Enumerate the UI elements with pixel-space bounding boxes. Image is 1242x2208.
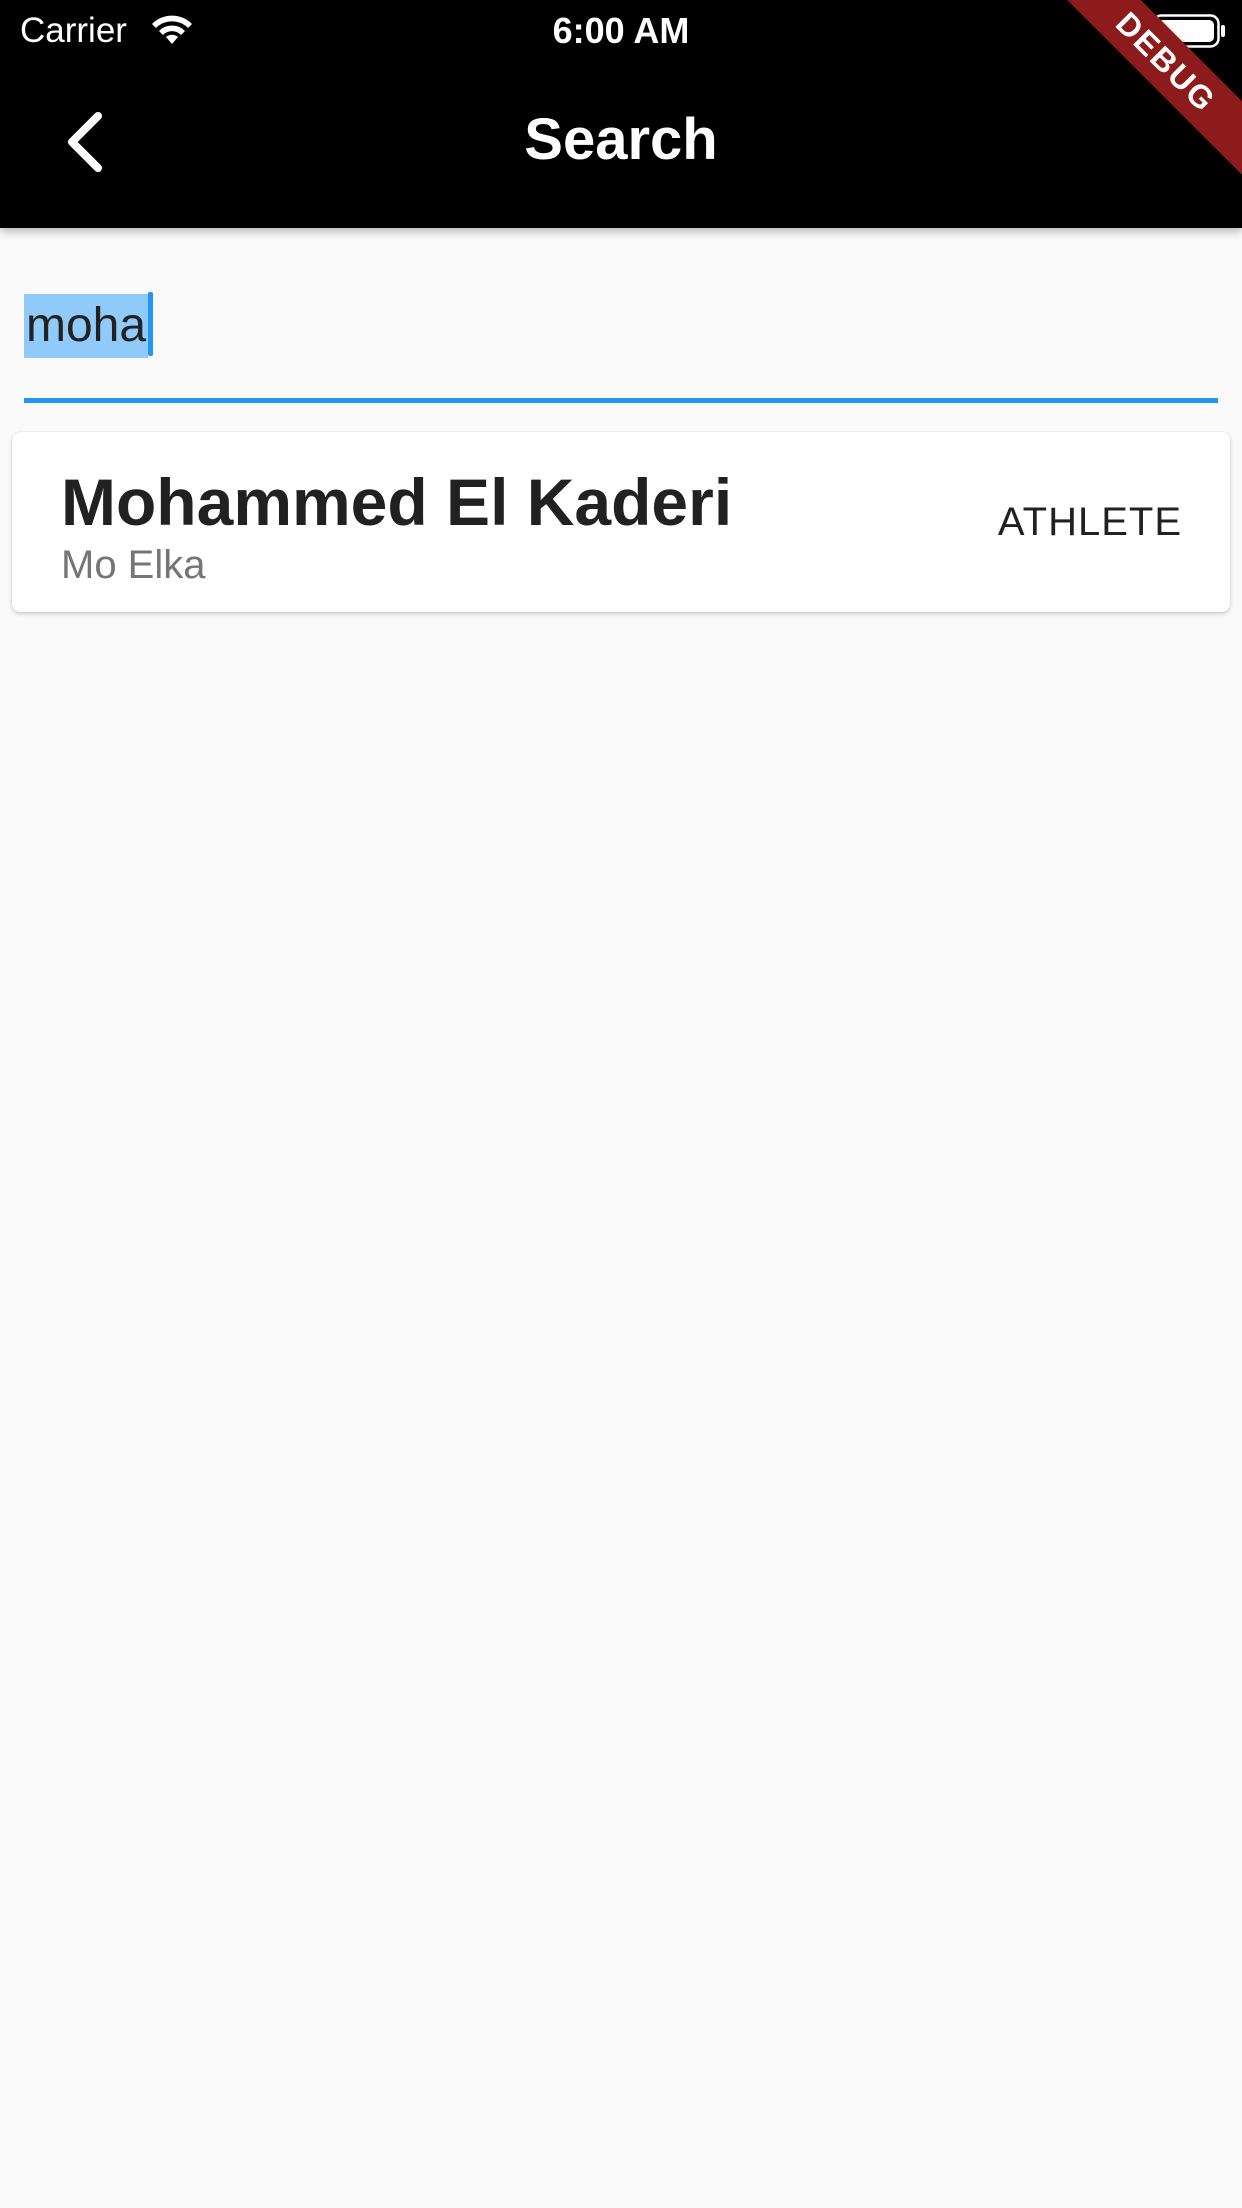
search-screen: Carrier 6:00 AM Search DEBUG moha Mohamm… — [0, 0, 1242, 2208]
search-input-value: moha — [24, 294, 149, 358]
text-cursor — [148, 292, 153, 356]
result-nickname: Mo Elka — [61, 543, 206, 587]
result-name: Mohammed El Kaderi — [61, 465, 733, 539]
search-result-card[interactable]: Mohammed El Kaderi Mo Elka ATHLETE — [12, 432, 1230, 612]
header: Carrier 6:00 AM Search DEBUG — [0, 0, 1242, 228]
app-bar: Search — [0, 62, 1242, 228]
status-bar: Carrier 6:00 AM — [0, 0, 1242, 62]
status-time: 6:00 AM — [552, 10, 690, 51]
search-input[interactable]: moha — [24, 280, 1218, 403]
result-role-badge: ATHLETE — [997, 500, 1182, 544]
page-title: Search — [524, 107, 718, 172]
